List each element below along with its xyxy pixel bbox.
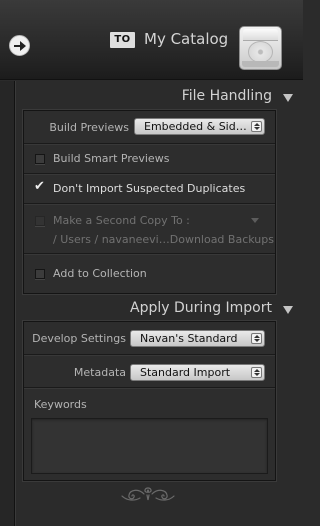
- arrow-head: [20, 41, 26, 51]
- left-panel-edge: [0, 81, 15, 526]
- metadata-value: Standard Import: [140, 366, 231, 379]
- keywords-label: Keywords: [34, 398, 87, 411]
- apply-during-import-header[interactable]: Apply During Import: [18, 298, 303, 320]
- second-copy-checkbox[interactable]: [35, 216, 45, 226]
- to-badge: TO: [110, 32, 135, 48]
- develop-settings-label: Develop Settings: [32, 332, 126, 345]
- drive-top: [243, 29, 278, 41]
- select-stepper-icon: [251, 121, 262, 132]
- build-smart-previews-checkbox[interactable]: [35, 154, 45, 164]
- drive-base: [242, 61, 279, 67]
- build-smart-previews-label: Build Smart Previews: [53, 152, 170, 165]
- file-handling-panel: Build Previews Embedded & Sid… Build Sma…: [23, 110, 276, 294]
- second-copy-label: Make a Second Copy To :: [53, 214, 190, 227]
- import-destination-header: TO My Catalog: [0, 0, 303, 80]
- select-stepper-icon: [251, 367, 262, 378]
- second-copy-row: Make a Second Copy To : / Users / navane…: [24, 205, 275, 254]
- keywords-input[interactable]: [31, 418, 268, 474]
- arrow-right-icon[interactable]: [9, 35, 30, 56]
- second-copy-path: / Users / navaneevi…Download Backups: [53, 233, 274, 246]
- select-stepper-icon: [251, 333, 262, 344]
- hard-drive-icon[interactable]: [239, 26, 282, 70]
- section-title: File Handling: [181, 88, 272, 104]
- add-to-collection-checkbox[interactable]: [35, 269, 45, 279]
- develop-settings-row: Develop Settings Navan's Standard: [24, 322, 275, 355]
- file-handling-header[interactable]: File Handling: [18, 86, 303, 108]
- add-to-collection-row[interactable]: Add to Collection: [24, 255, 275, 293]
- metadata-select[interactable]: Standard Import: [130, 364, 265, 381]
- develop-settings-select[interactable]: Navan's Standard: [130, 330, 265, 347]
- build-previews-row: Build Previews Embedded & Sid…: [24, 111, 275, 144]
- metadata-label: Metadata: [73, 366, 126, 379]
- section-title: Apply During Import: [130, 300, 272, 316]
- build-smart-previews-row[interactable]: Build Smart Previews: [24, 145, 275, 174]
- apply-during-import-panel: Develop Settings Navan's Standard Metada…: [23, 321, 276, 481]
- catalog-name[interactable]: My Catalog: [144, 30, 228, 48]
- checkmark-icon: ✔: [34, 179, 45, 194]
- dont-import-duplicates-row[interactable]: ✔ Don't Import Suspected Duplicates: [24, 175, 275, 204]
- metadata-row: Metadata Standard Import: [24, 356, 275, 388]
- panel-end-ornament-icon: [121, 487, 175, 501]
- add-to-collection-label: Add to Collection: [53, 267, 147, 280]
- dont-import-duplicates-checkbox[interactable]: ✔: [34, 180, 45, 194]
- collapse-triangle-icon[interactable]: [283, 306, 293, 314]
- collapse-triangle-icon[interactable]: [283, 94, 293, 102]
- build-previews-value: Embedded & Sid…: [144, 120, 247, 133]
- build-previews-label: Build Previews: [49, 121, 129, 134]
- develop-settings-value: Navan's Standard: [140, 332, 238, 345]
- chevron-down-icon[interactable]: [251, 218, 259, 223]
- dont-import-duplicates-label: Don't Import Suspected Duplicates: [53, 182, 246, 195]
- build-previews-select[interactable]: Embedded & Sid…: [134, 118, 265, 135]
- drive-platter: [248, 41, 273, 63]
